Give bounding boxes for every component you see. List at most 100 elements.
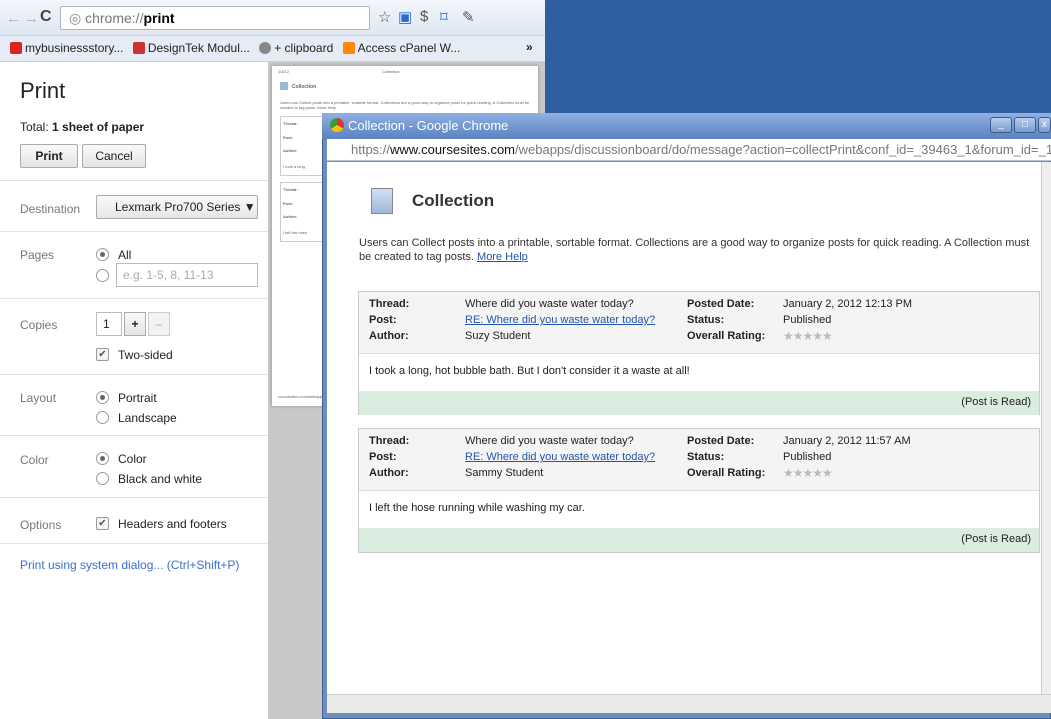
bookmark-item[interactable]: Access cPanel W... [342, 41, 460, 55]
divider [0, 543, 268, 544]
color-radio[interactable] [96, 452, 109, 465]
copies-label: Copies [20, 318, 58, 332]
status-value: Published [783, 451, 832, 463]
post-card: Thread: Post: Author: Where did you wast… [358, 428, 1040, 553]
preview-collection-icon [280, 82, 288, 90]
status-label: Status: [687, 314, 725, 326]
bookmarks-overflow-button[interactable]: » [526, 40, 533, 54]
thread-label: Thread: [369, 298, 410, 310]
headers-footers-checkbox[interactable]: ✔ [96, 517, 109, 530]
overall-rating-label: Overall Rating: [687, 467, 766, 479]
cpanel-icon [342, 42, 355, 54]
divider [0, 231, 268, 232]
preview-title: Collection [292, 84, 317, 90]
copies-input[interactable]: 1 [96, 312, 122, 336]
status-label: Status: [687, 451, 725, 463]
vertical-scrollbar[interactable] [1041, 162, 1051, 694]
collection-heading: Collection [412, 191, 495, 210]
pages-all-label: All [118, 248, 132, 262]
pages-input[interactable]: e.g. 1-5, 8, 11-13 [116, 263, 258, 287]
divider [0, 497, 268, 498]
url-scheme: chrome:// [85, 10, 144, 26]
back-arrow-icon[interactable]: ← [6, 10, 21, 27]
black-white-label: Black and white [118, 472, 203, 486]
browser-toolbar: ← → C ◎ chrome://print ☆ ▣ $ ⌑ ✎ [0, 0, 545, 36]
wrench-icon[interactable]: ✎ [462, 8, 475, 26]
dropdown-arrow-icon: ▼ [243, 200, 256, 214]
youtube-icon [10, 42, 22, 54]
headers-footers-label: Headers and footers [118, 517, 227, 531]
rating-stars: ★★★★★ [783, 466, 833, 480]
author-value: Suzy Student [465, 330, 531, 342]
post-body: I took a long, hot bubble bath. But I do… [369, 365, 690, 377]
author-label: Author: [369, 467, 409, 479]
divider [0, 180, 268, 181]
thread-value: Where did you waste water today? [465, 435, 634, 447]
bookmark-item[interactable]: + clipboard [259, 41, 333, 55]
black-white-radio[interactable] [96, 472, 109, 485]
post-card: Thread: Post: Author: Where did you wast… [358, 291, 1040, 415]
post-label: Post: [369, 314, 397, 326]
pages-all-radio[interactable] [96, 248, 109, 261]
overall-rating-label: Overall Rating: [687, 330, 766, 342]
popup-title: Collection - Google Chrome [348, 118, 509, 133]
posted-date-value: January 2, 2012 12:13 PM [783, 298, 913, 310]
copies-increment-button[interactable]: + [124, 312, 146, 336]
system-dialog-link[interactable]: Print using system dialog... (Ctrl+Shift… [20, 558, 239, 572]
divider [0, 435, 268, 436]
pages-custom-radio[interactable] [96, 269, 109, 282]
collection-description: Users can Collect posts into a printable… [359, 237, 1030, 263]
extension-icon[interactable]: ▣ [398, 8, 412, 26]
layout-label: Layout [20, 391, 57, 405]
options-label: Options [20, 518, 62, 532]
more-help-link[interactable]: More Help [477, 251, 528, 263]
address-bar[interactable]: ◎ chrome://print [60, 6, 370, 30]
bookmarks-bar: mybusinessstory... DesignTek Modul... + … [0, 36, 545, 62]
reload-icon[interactable]: C [40, 8, 52, 26]
divider [0, 298, 268, 299]
rating-stars: ★★★★★ [783, 329, 833, 343]
status-value: Published [783, 314, 832, 326]
posted-date-label: Posted Date: [687, 298, 755, 310]
divider [0, 374, 268, 375]
author-value: Sammy Student [465, 467, 544, 479]
screenshot-icon[interactable]: ⌑ [440, 8, 448, 26]
two-sided-checkbox[interactable]: ✔ [96, 348, 109, 361]
copies-decrement-button[interactable]: – [148, 312, 170, 336]
read-status: (Post is Read) [359, 391, 1039, 415]
portrait-label: Portrait [118, 391, 157, 405]
author-label: Author: [369, 330, 409, 342]
post-body: I left the hose running while washing my… [369, 502, 585, 514]
post-link[interactable]: RE: Where did you waste water today? [465, 314, 655, 326]
designtek-icon [132, 42, 145, 54]
total-sheets: Total: 1 sheet of paper [20, 120, 145, 134]
destination-select[interactable]: Lexmark Pro700 Series ▼ [96, 195, 258, 219]
post-link[interactable]: RE: Where did you waste water today? [465, 451, 655, 463]
popup-address-bar[interactable]: https://www.coursesites.com/webapps/disc… [327, 139, 1051, 161]
url-host: print [143, 10, 175, 26]
globe-icon [259, 42, 272, 54]
landscape-label: Landscape [118, 411, 177, 425]
color-label: Color [20, 453, 49, 467]
bookmark-item[interactable]: mybusinessstory... [10, 41, 123, 55]
horizontal-scrollbar[interactable] [327, 694, 1051, 713]
posted-date-label: Posted Date: [687, 435, 755, 447]
color-option-label: Color [118, 452, 147, 466]
portrait-radio[interactable] [96, 391, 109, 404]
forward-arrow-icon[interactable]: → [24, 10, 39, 27]
preview-header-date: 1/4/12 [278, 69, 290, 74]
print-title: Print [20, 78, 66, 103]
print-button[interactable]: Print [20, 144, 78, 168]
two-sided-label: Two-sided [118, 348, 173, 362]
cancel-button[interactable]: Cancel [82, 144, 146, 168]
landscape-radio[interactable] [96, 411, 109, 424]
bookmark-item[interactable]: DesignTek Modul... [132, 41, 250, 55]
extension-icon-2[interactable]: $ [420, 8, 428, 25]
minimize-button[interactable]: _ [990, 117, 1012, 133]
thread-label: Thread: [369, 435, 410, 447]
close-button[interactable]: x [1038, 117, 1051, 133]
star-icon[interactable]: ☆ [378, 8, 391, 26]
destination-label: Destination [20, 202, 81, 216]
maximize-button[interactable]: □ [1014, 117, 1036, 133]
page-icon: ◎ [69, 10, 86, 26]
